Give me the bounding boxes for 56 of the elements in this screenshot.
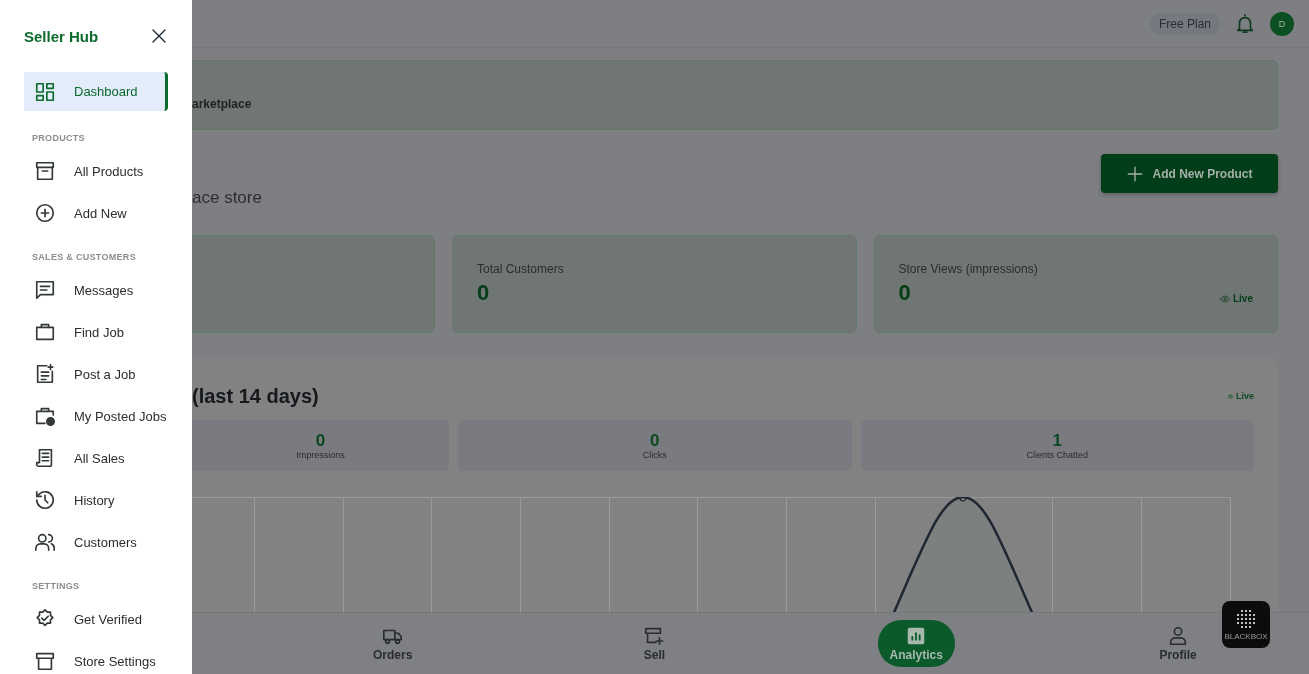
nav-item[interactable]: Profile [1147,621,1209,666]
nav-item[interactable]: Orders [361,621,425,666]
sidebar-item[interactable]: All Products [24,150,168,192]
bell-icon [1234,12,1256,35]
briefcase-icon [34,321,56,343]
plan-badge: Free Plan [1149,12,1220,35]
sidebar-item[interactable]: History [24,479,168,521]
sidebar-item[interactable]: Dashboard [24,72,168,111]
stat-value: 0 [898,280,911,306]
sidebar-item[interactable]: Messages [24,269,168,311]
sidebar-item[interactable]: Post a Job [24,353,168,395]
section-label: SETTINGS [31,580,81,593]
page-subtitle: ace store [192,188,262,208]
people-icon [34,531,56,553]
metric-label: Clients Chatted [1026,450,1088,460]
nav-item[interactable]: Sell [631,621,678,666]
metric-value: 0 [315,431,326,450]
nav-item[interactable]: Analytics [877,620,955,667]
document-plus-icon [34,363,56,385]
storefront-plus-icon [643,625,666,647]
add-product-button[interactable]: Add New Product [1101,154,1278,193]
briefcase-clock-icon [34,405,56,427]
sidebar-item[interactable]: Find Job [24,311,168,353]
close-button[interactable] [150,27,168,45]
drawer-title: Seller Hub [24,27,99,45]
sidebar-item[interactable]: Get Verified [24,598,168,640]
storefront-icon [34,650,56,672]
grid-icon [34,80,56,103]
chat-widget-button[interactable]: BLACKBOX [1222,601,1270,648]
close-icon [150,27,168,45]
stat-value: 0 [477,280,490,306]
chat-icon [34,279,56,301]
section-label: PRODUCTS [31,132,86,145]
live-label: Live [1220,293,1253,304]
section-label: SALES & CUSTOMERS [31,251,137,264]
panel-title: (last 14 days) [192,384,319,408]
metric-label: Clicks [642,450,667,460]
plus-circle-icon [34,202,56,224]
eye-icon [1220,293,1230,304]
stat-label: Store Views (impressions) [898,262,1039,276]
sidebar-item[interactable]: All Sales [24,437,168,479]
sidebar-item[interactable]: Store Settings [24,640,168,674]
dot-grid-icon [1236,608,1256,629]
sidebar-item[interactable]: Add New [24,192,168,234]
stat-label: Total Customers [477,262,565,276]
archive-box-icon [34,160,56,182]
metric-value: 1 [1052,431,1062,450]
history-icon [34,489,56,511]
plus-icon [1126,164,1145,183]
sidebar-item[interactable]: Customers [24,521,168,563]
live-label: Live [1228,391,1254,401]
metric-value: 0 [650,431,660,450]
sidebar-item[interactable]: My Posted Jobs [24,395,168,437]
metric-label: Impressions [296,450,345,460]
banner-text: arketplace [192,97,252,111]
avatar[interactable]: D [1270,11,1294,36]
